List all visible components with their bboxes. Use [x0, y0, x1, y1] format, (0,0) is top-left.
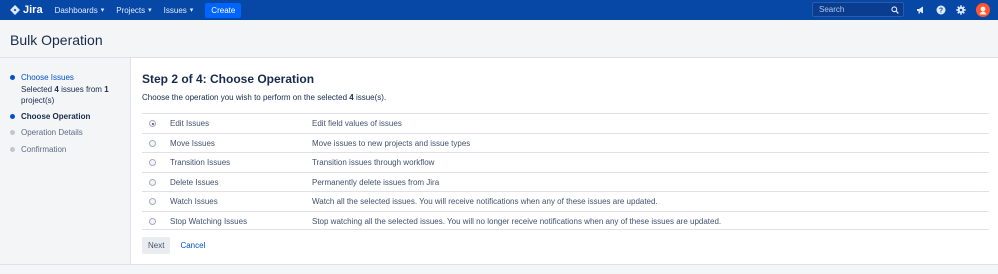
step-confirmation: Confirmation [10, 145, 66, 154]
step-label: Choose Operation [21, 112, 91, 121]
avatar[interactable] [976, 3, 990, 17]
page-footer [0, 264, 998, 274]
step-operation-details: Operation Details [10, 128, 83, 137]
operation-radio[interactable] [149, 139, 156, 147]
nav-dashboards-label: Dashboards [54, 5, 98, 15]
operation-description: Permanently delete issues from Jira [312, 177, 440, 187]
search-input[interactable] [819, 5, 889, 14]
step-label: Confirmation [21, 145, 67, 154]
selection-middle: issues from [61, 85, 102, 94]
settings-icon[interactable] [955, 4, 967, 16]
help-icon[interactable]: ? [935, 4, 947, 16]
operation-radio[interactable] [149, 198, 156, 205]
brand-name: Jira [23, 4, 43, 16]
page-title: Bulk Operation [10, 32, 103, 48]
step-indicator [10, 75, 15, 80]
top-navigation-bar: Jira Dashboards ▾ Projects ▾ Issues ▾ Cr… [0, 0, 998, 20]
step-label: Choose Issues [21, 73, 74, 82]
cancel-link[interactable]: Cancel [180, 241, 205, 250]
operation-radio[interactable] [149, 217, 156, 225]
search-box[interactable] [812, 2, 904, 17]
create-button[interactable]: Create [205, 2, 242, 18]
chevron-down-icon: ▾ [148, 7, 152, 14]
svg-text:?: ? [939, 8, 943, 15]
nav-projects-label: Projects [116, 5, 146, 15]
nav-dashboards[interactable]: Dashboards ▾ [55, 6, 105, 15]
jira-logo[interactable]: Jira [10, 4, 43, 16]
jira-logo-icon [10, 5, 20, 15]
operation-name: Delete Issues [170, 177, 219, 187]
operation-radio[interactable] [149, 178, 156, 186]
operation-row-edit[interactable]: Edit Issues Edit field values of issues [142, 113, 989, 133]
step-indicator [10, 147, 15, 152]
step-description-count: 4 [349, 93, 354, 102]
step-description-suffix: issue(s). [355, 93, 387, 102]
main-panel: Step 2 of 4: Choose Operation Choose the… [130, 58, 998, 264]
next-button[interactable]: Next [142, 237, 171, 254]
search-icon[interactable] [891, 6, 899, 14]
user-avatar-icon [979, 6, 987, 15]
operation-description: Transition issues through workflow [312, 158, 435, 167]
step-description: Choose the operation you wish to perform… [142, 93, 386, 102]
step-description-prefix: Choose the operation you wish to perform… [142, 93, 348, 102]
operation-radio[interactable] [149, 159, 156, 166]
selection-count: 4 [54, 85, 59, 94]
nav-projects[interactable]: Projects ▾ [116, 6, 151, 15]
megaphone-icon[interactable] [915, 4, 927, 16]
nav-issues-label: Issues [163, 5, 187, 15]
step-indicator [10, 114, 15, 119]
operation-name: Move Issues [170, 138, 215, 148]
chevron-down-icon: ▾ [189, 7, 194, 14]
step-choose-operation: Choose Operation [10, 112, 90, 121]
selection-prefix: Selected [21, 85, 53, 94]
step-indicator [10, 130, 15, 135]
operations-table: Edit Issues Edit field values of issues … [142, 113, 989, 230]
operation-radio[interactable] [149, 120, 156, 127]
selection-summary: Selected 4 issues from 1 project(s) [21, 84, 121, 106]
nav-issues[interactable]: Issues ▾ [164, 6, 194, 15]
operation-row-transition[interactable]: Transition Issues Transition issues thro… [142, 152, 989, 172]
step-label: Operation Details [21, 128, 83, 137]
operation-description: Stop watching all the selected issues. Y… [312, 216, 722, 226]
chevron-down-icon: ▾ [100, 7, 105, 14]
operation-description: Move issues to new projects and issue ty… [312, 138, 471, 148]
operation-name: Edit Issues [170, 119, 210, 128]
wizard-sidebar: Choose Issues Selected 4 issues from 1 p… [0, 58, 130, 264]
selection-suffix: project(s) [21, 96, 55, 105]
operation-description: Edit field values of issues [312, 119, 402, 128]
operation-name: Stop Watching Issues [170, 216, 248, 226]
operation-name: Watch Issues [170, 197, 218, 206]
operation-name: Transition Issues [170, 158, 231, 167]
step-choose-issues[interactable]: Choose Issues [10, 73, 74, 82]
operation-description: Watch all the selected issues. You will … [312, 197, 658, 206]
step-title: Step 2 of 4: Choose Operation [142, 72, 315, 86]
page-header: Bulk Operation [0, 20, 998, 58]
selection-projects: 1 [104, 85, 109, 94]
operation-row-delete[interactable]: Delete Issues Permanently delete issues … [142, 171, 989, 192]
operation-row-watch[interactable]: Watch Issues Watch all the selected issu… [142, 191, 989, 211]
operation-row-stop-watching[interactable]: Stop Watching Issues Stop watching all t… [142, 210, 989, 230]
form-actions: Next Cancel [142, 237, 205, 254]
operation-row-move[interactable]: Move Issues Move issues to new projects … [142, 132, 989, 153]
